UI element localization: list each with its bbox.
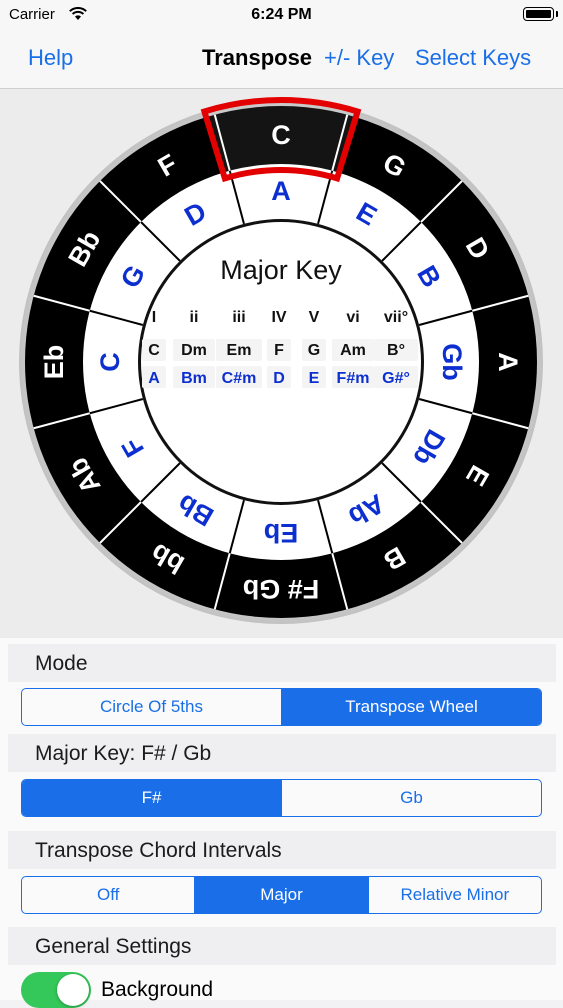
chord-original-0: C bbox=[148, 342, 160, 359]
key-adjust-button[interactable]: +/- Key bbox=[324, 45, 394, 71]
chord-transposed-0: A bbox=[148, 370, 160, 387]
key-segmented-control: F# Gb bbox=[21, 779, 542, 817]
chord-transposed-1: Bm bbox=[181, 370, 207, 387]
intervals-header: Transpose Chord Intervals bbox=[8, 831, 556, 869]
chord-original-6: B° bbox=[387, 342, 405, 359]
battery-icon bbox=[523, 7, 554, 21]
outer-key-9: Eb bbox=[39, 345, 69, 380]
page-title: Transpose bbox=[202, 45, 313, 70]
general-settings-header: General Settings bbox=[8, 927, 556, 965]
select-keys-button[interactable]: Select Keys bbox=[415, 45, 531, 71]
chord-transposed-5: F#m bbox=[337, 370, 370, 387]
intervals-segmented-control: Off Major Relative Minor bbox=[21, 876, 542, 914]
mode-segmented-control: Circle Of 5ths Transpose Wheel bbox=[21, 688, 542, 726]
help-button[interactable]: Help bbox=[28, 45, 73, 71]
inner-key-6: Eb bbox=[264, 518, 299, 548]
degree-3: IV bbox=[271, 309, 286, 326]
degree-6: vii° bbox=[384, 309, 408, 326]
status-bar: Carrier 6:24 PM bbox=[0, 0, 563, 32]
degree-1: ii bbox=[190, 309, 199, 326]
chord-transposed-4: E bbox=[309, 370, 320, 387]
outer-key-6: F# Gb bbox=[243, 574, 320, 604]
chord-original-1: Dm bbox=[181, 342, 207, 359]
interval-option-relative-minor[interactable]: Relative Minor bbox=[369, 877, 541, 913]
navigation-bar: Help Transpose +/- Key Select Keys bbox=[0, 32, 563, 89]
degree-4: V bbox=[309, 309, 320, 326]
interval-option-major[interactable]: Major bbox=[195, 877, 369, 913]
mode-header: Mode bbox=[8, 644, 556, 682]
toggle-knob bbox=[57, 974, 89, 1006]
major-key-header: Major Key: F# / Gb bbox=[8, 734, 556, 772]
degree-0: I bbox=[152, 309, 156, 326]
inner-key-3: Gb bbox=[437, 343, 467, 381]
key-option-f[interactable]: F# bbox=[22, 780, 282, 816]
inner-key-9: C bbox=[95, 352, 125, 372]
degree-5: vi bbox=[346, 309, 359, 326]
chord-original-2: Em bbox=[227, 342, 252, 359]
transpose-wheel-area: CGDAEBF# GbbbAbEbBbFAEBGbDbAbEbBbFCGDMaj… bbox=[0, 89, 563, 638]
settings-panel: Mode Circle Of 5ths Transpose Wheel Major… bbox=[0, 638, 563, 1008]
transpose-wheel[interactable]: CGDAEBF# GbbbAbEbBbFAEBGbDbAbEbBbFCGDMaj… bbox=[0, 89, 563, 638]
chord-original-3: F bbox=[274, 342, 284, 359]
mode-option-transpose-wheel[interactable]: Transpose Wheel bbox=[282, 689, 541, 725]
chord-transposed-2: C#m bbox=[222, 370, 257, 387]
chord-transposed-3: D bbox=[273, 370, 285, 387]
key-option-gb[interactable]: Gb bbox=[282, 780, 541, 816]
inner-key-0: A bbox=[271, 176, 291, 206]
chord-original-4: G bbox=[308, 342, 320, 359]
outer-key-3: A bbox=[493, 352, 523, 372]
chord-transposed-6: G#° bbox=[382, 370, 410, 387]
background-label: Background bbox=[101, 978, 214, 1001]
chord-original-5: Am bbox=[340, 342, 366, 359]
clock: 6:24 PM bbox=[251, 6, 312, 23]
key-selector-frame[interactable] bbox=[200, 97, 362, 183]
center-title: Major Key bbox=[220, 255, 342, 285]
mode-option-circle-of-5ths[interactable]: Circle Of 5ths bbox=[22, 689, 282, 725]
interval-option-off[interactable]: Off bbox=[22, 877, 196, 913]
degree-2: iii bbox=[232, 309, 245, 326]
background-toggle[interactable] bbox=[21, 972, 91, 1008]
battery-tip bbox=[556, 11, 558, 17]
